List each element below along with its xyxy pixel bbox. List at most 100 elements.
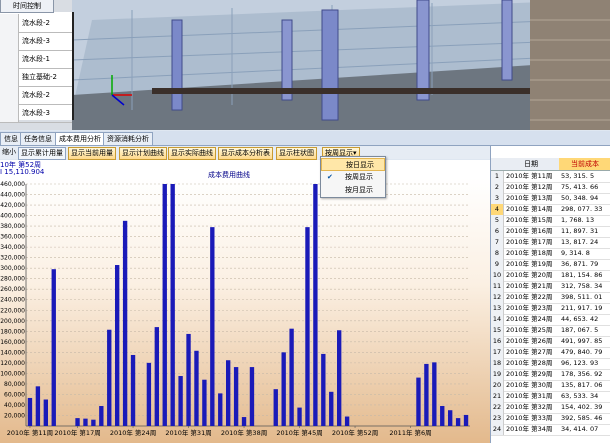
column-header-cost[interactable]: 当前成本: [559, 158, 610, 170]
bar: [43, 399, 49, 426]
work-package-list: 流水段-2 流水段-3 流水段-1 独立基础-2 流水段-2 流水段-3: [0, 12, 74, 123]
list-item[interactable]: 流水段-1: [0, 50, 72, 69]
row-date: 2010年 第18周: [506, 249, 553, 257]
row-cost: 298, 077. 33: [561, 205, 603, 213]
row-date: 2010年 第33周: [506, 414, 553, 422]
row-number: 3: [491, 193, 504, 204]
row-cost: 44, 653. 42: [561, 315, 599, 323]
row-cost: 187, 067. 5: [561, 326, 599, 334]
row-number: 10: [491, 270, 504, 281]
show-cumulative-button[interactable]: 显示累计用量: [18, 147, 66, 160]
x-tick-label: 2010年 第31周: [165, 428, 211, 437]
row-number: 22: [491, 402, 504, 413]
row-date: 2010年 第13周: [506, 194, 553, 202]
row-date: 2010年 第21周: [506, 282, 553, 290]
bar: [170, 184, 175, 426]
y-tick-label: 300,000: [0, 265, 25, 272]
row-number: 18: [491, 358, 504, 369]
show-cost-table-button[interactable]: 显示成本分析表: [218, 147, 273, 160]
list-item[interactable]: 流水段-2: [0, 86, 72, 105]
tab-resource-analysis[interactable]: 资源消耗分析: [103, 132, 153, 145]
list-item[interactable]: 流水段-3: [0, 104, 72, 123]
y-tick-label: 200,000: [0, 318, 25, 325]
y-tick-label: 180,000: [0, 328, 25, 335]
row-number: 20: [491, 380, 504, 391]
row-number: 14: [491, 314, 504, 325]
tab-info[interactable]: 信息: [0, 132, 22, 145]
tab-cost-analysis[interactable]: 成本费用分析: [55, 132, 105, 145]
model-viewport[interactable]: 流水段-2 流水段-3 流水段-1 独立基础-2 流水段-2 流水段-3 时间控…: [0, 0, 610, 130]
table-row[interactable]: 24 2010年 第34周 34, 414. 07: [491, 424, 610, 436]
bar: [297, 407, 302, 426]
show-plan-curve-button[interactable]: 显示计划曲线: [119, 147, 167, 160]
zoom-out-button[interactable]: 缩小: [0, 147, 18, 158]
y-tick-label: 100,000: [0, 370, 25, 377]
row-number: 7: [491, 237, 504, 248]
row-date: 2010年 第30周: [506, 381, 553, 389]
row-number: 8: [491, 248, 504, 259]
row-date: 2010年 第11周: [506, 172, 553, 180]
bar: [321, 353, 326, 426]
tab-task-info[interactable]: 任务信息: [20, 132, 56, 145]
table-header: 日期 当前成本: [491, 158, 610, 171]
bar: [146, 362, 152, 426]
chart-toolbar: 缩小 显示累计用量 显示当前用量 显示计划曲线 显示实际曲线 显示成本分析表 显…: [0, 146, 490, 160]
row-date: 2010年 第29周: [506, 370, 553, 378]
bar: [51, 269, 56, 426]
chart-cursor-value: I 15,110.904: [0, 168, 45, 176]
y-tick-label: 360,000: [0, 234, 25, 241]
menu-item-weekly[interactable]: ✔ 按周显示: [321, 171, 385, 184]
building-scene-graphic: [72, 0, 610, 130]
row-number: 19: [491, 369, 504, 380]
row-cost: 135, 817. 06: [561, 381, 603, 389]
show-actual-curve-button[interactable]: 显示实际曲线: [168, 147, 216, 160]
row-number: 12: [491, 292, 504, 303]
analysis-tabs: 信息 任务信息 成本费用分析 资源消耗分析: [0, 131, 610, 146]
bar: [344, 416, 350, 426]
row-number: 4: [491, 204, 504, 215]
x-tick-label: 2010年 第17周: [54, 428, 100, 437]
cost-bar-chart[interactable]: 20,000 40,000 60,000 80,000 100,000 120,000 14…: [0, 178, 490, 443]
row-cost: 13, 817. 24: [561, 238, 599, 246]
menu-item-label: 按月显示: [345, 186, 373, 194]
row-date: 2010年 第17周: [506, 238, 553, 246]
bar: [455, 418, 461, 426]
row-cost: 178, 356. 92: [561, 370, 603, 378]
list-item[interactable]: 流水段-2: [0, 14, 72, 33]
bar: [99, 406, 104, 426]
row-date: 2010年 第23周: [506, 304, 553, 312]
list-item[interactable]: 流水段-3: [0, 32, 72, 51]
row-cost: 9, 314. 8: [561, 249, 590, 257]
menu-item-monthly[interactable]: 按月显示: [321, 184, 385, 197]
row-number: 16: [491, 336, 504, 347]
time-control-tab[interactable]: 时间控制: [0, 0, 54, 13]
y-tick-label: 120,000: [0, 360, 25, 367]
row-date: 2010年 第31周: [506, 392, 553, 400]
row-number: 1: [491, 171, 504, 182]
row-cost: 34, 414. 07: [561, 425, 599, 433]
column-header-date[interactable]: 日期: [504, 158, 558, 170]
row-cost: 63, 533. 34: [561, 392, 599, 400]
y-tick-label: 440,000: [0, 192, 25, 199]
row-date: 2010年 第15周: [506, 216, 553, 224]
y-tick-label: 340,000: [0, 244, 25, 251]
bar: [424, 363, 429, 426]
checkmark-icon: ✔: [327, 173, 333, 181]
row-number: 15: [491, 325, 504, 336]
building-3d-view[interactable]: [72, 0, 610, 130]
row-cost: 181, 154. 86: [561, 271, 603, 279]
y-tick-label: 140,000: [0, 349, 25, 356]
row-number: 24: [491, 424, 504, 435]
row-number: 2: [491, 182, 504, 193]
period-dropdown-menu: 按日显示 ✔ 按周显示 按月显示: [320, 156, 386, 198]
menu-item-daily[interactable]: 按日显示: [321, 158, 385, 171]
bar: [27, 397, 33, 426]
row-cost: 392, 585. 46: [561, 414, 603, 422]
row-date: 2010年 第26周: [506, 337, 553, 345]
list-item[interactable]: 独立基础-2: [0, 68, 72, 87]
show-current-button[interactable]: 显示当前用量: [68, 147, 116, 160]
row-cost: 75, 413. 66: [561, 183, 599, 191]
show-bar-chart-button[interactable]: 显示柱状图: [276, 147, 317, 160]
bar: [305, 227, 310, 426]
row-date: 2010年 第14周: [506, 205, 553, 213]
